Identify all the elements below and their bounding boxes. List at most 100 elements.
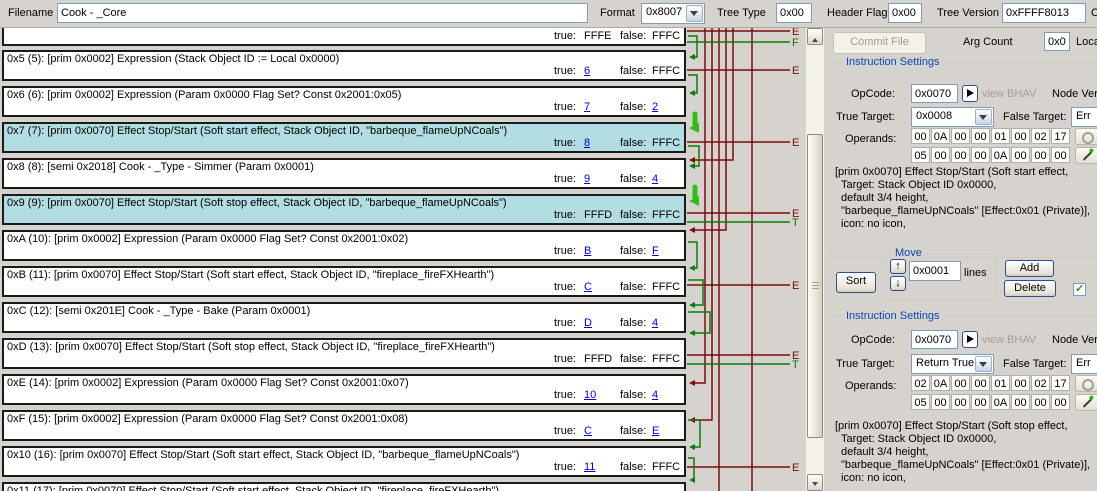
true-target-link[interactable]: 10 [584,389,596,401]
instruction-text: 0x5 (5): [prim 0x0002] Expression (Stack… [7,53,339,65]
false-target-link[interactable]: E [652,425,659,437]
sort-button[interactable]: Sort [836,272,876,293]
operand-byte[interactable]: 00 [1031,394,1050,410]
operand-byte[interactable]: 00 [1011,394,1030,410]
operand-byte[interactable]: 0A [931,375,950,391]
operand-byte[interactable]: 02 [1031,375,1050,391]
false-target-select[interactable]: Err [1071,107,1097,127]
operand-byte[interactable]: 00 [971,128,990,144]
operand-byte[interactable]: 00 [951,128,970,144]
instruction-row[interactable]: 0x7 (7): [prim 0x0070] Effect Stop/Start… [2,122,686,153]
operand-byte[interactable]: 00 [1031,147,1050,163]
instruction-list[interactable]: true:FFFEfalse:FFFC 0x5 (5): [prim 0x0002… [2,28,686,491]
header-flag-input[interactable] [888,3,922,23]
scrollbar-thumb[interactable] [807,134,823,438]
true-target-link[interactable]: C [584,425,592,437]
operand-byte[interactable]: 05 [911,394,930,410]
filename-input[interactable] [57,3,588,23]
instruction-row[interactable]: 0x6 (6): [prim 0x0002] Expression (Param… [2,86,686,117]
opcode-input[interactable] [911,84,958,103]
true-target-link[interactable]: 9 [584,173,590,185]
tree-version-input[interactable] [1002,3,1086,23]
arg-count-input[interactable] [1044,32,1070,51]
true-target-link[interactable]: 6 [584,65,590,77]
goto-bhav-button[interactable] [962,331,978,348]
operand-byte[interactable]: 0A [991,147,1010,163]
operand-byte[interactable]: 0A [991,394,1010,410]
instruction-text: 0x10 (16): [prim 0x0070] Effect Stop/Sta… [7,449,519,461]
format-select[interactable]: 0x8007 [641,3,705,24]
true-target-link[interactable]: C [584,281,592,293]
instruction-row[interactable]: 0x9 (9): [prim 0x0070] Effect Stop/Start… [2,194,686,225]
instruction-row[interactable]: 0xF (15): [prim 0x0002] Expression (Para… [2,410,686,441]
operand-byte[interactable]: 00 [951,147,970,163]
operand-byte[interactable]: 00 [931,147,950,163]
operand-byte[interactable]: 00 [951,375,970,391]
false-target-select[interactable]: Err [1071,354,1097,374]
delete-button[interactable]: Delete [1004,280,1056,297]
operand-byte[interactable]: 00 [1011,375,1030,391]
false-target-link[interactable]: 4 [652,389,658,401]
operand-byte[interactable]: 0A [931,128,950,144]
move-down-button[interactable]: ↓ [890,276,906,291]
true-target-link[interactable]: D [584,317,592,329]
scroll-down-button[interactable] [807,474,823,491]
instruction-row[interactable]: 0xB (11): [prim 0x0070] Effect Stop/Star… [2,266,686,297]
instruction-row[interactable]: true:FFFEfalse:FFFC [2,28,686,46]
operand-byte[interactable]: 00 [911,128,930,144]
group-title: Instruction Settings [842,310,944,322]
instruction-row[interactable]: 0xC (12): [semi 0x201E] Cook - _Type - B… [2,302,686,333]
operand-byte[interactable]: 00 [1011,128,1030,144]
operand-byte[interactable]: 01 [991,375,1010,391]
operand-tool-button[interactable] [1075,375,1097,392]
move-up-button[interactable]: ↑ [890,259,906,274]
false-target-link[interactable]: F [652,245,659,257]
operand-byte[interactable]: 00 [951,394,970,410]
true-target-link[interactable]: 8 [584,137,590,149]
false-target-link[interactable]: 4 [652,317,658,329]
vertical-scrollbar[interactable] [805,28,824,491]
instruction-row[interactable]: 0xA (10): [prim 0x0002] Expression (Para… [2,230,686,261]
instruction-row[interactable]: 0x10 (16): [prim 0x0070] Effect Stop/Sta… [2,446,686,477]
chevron-down-icon[interactable] [975,356,992,372]
false-target-link[interactable]: 2 [652,101,658,113]
tree-type-input[interactable] [776,3,812,23]
operand-tool-button[interactable] [1075,128,1097,145]
move-lines-input[interactable] [909,261,961,281]
chevron-down-icon[interactable] [975,109,992,125]
true-target-link[interactable]: 7 [584,101,590,113]
scroll-up-button[interactable] [807,28,823,45]
true-target-link[interactable]: 11 [584,461,595,473]
false-target-link[interactable]: 4 [652,173,658,185]
instruction-row[interactable]: 0x8 (8): [semi 0x2018] Cook - _Type - Si… [2,158,686,189]
operand-byte[interactable]: 00 [931,394,950,410]
instruction-row[interactable]: 0xD (13): [prim 0x0070] Effect Stop/Star… [2,338,686,369]
operand-byte[interactable]: 00 [1051,394,1070,410]
commit-file-button[interactable]: Commit File [833,32,926,54]
true-target-select[interactable]: 0x0008 [911,107,994,127]
operand-byte[interactable]: 00 [971,375,990,391]
goto-bhav-button[interactable] [962,85,978,102]
operand-wizard-button[interactable] [1075,394,1097,411]
operand-byte[interactable]: 00 [971,394,990,410]
true-target-link[interactable]: B [584,245,591,257]
instruction-row[interactable]: 0x11 (17): [prim 0x0070] Effect Stop/Sta… [2,482,686,491]
operand-byte[interactable]: 01 [991,128,1010,144]
operand-wizard-button[interactable] [1075,147,1097,164]
operand-byte[interactable]: 02 [1031,128,1050,144]
true-target-select[interactable]: Return True [911,354,994,374]
add-button[interactable]: Add [1005,260,1054,277]
operand-byte[interactable]: 17 [1051,375,1070,391]
instruction-row[interactable]: 0x5 (5): [prim 0x0002] Expression (Stack… [2,50,686,81]
operand-byte[interactable]: 17 [1051,128,1070,144]
operand-byte[interactable]: 02 [911,375,930,391]
operand-byte[interactable]: 00 [1011,147,1030,163]
chevron-down-icon[interactable] [686,5,703,22]
operand-byte[interactable]: 00 [1051,147,1070,163]
enabled-checkbox[interactable]: ✓ [1073,283,1086,296]
operand-byte[interactable]: 00 [971,147,990,163]
operand-byte[interactable]: 05 [911,147,930,163]
instruction-row[interactable]: 0xE (14): [prim 0x0002] Expression (Para… [2,374,686,405]
opcode-input[interactable] [911,330,958,349]
false-label: false: [620,173,646,185]
